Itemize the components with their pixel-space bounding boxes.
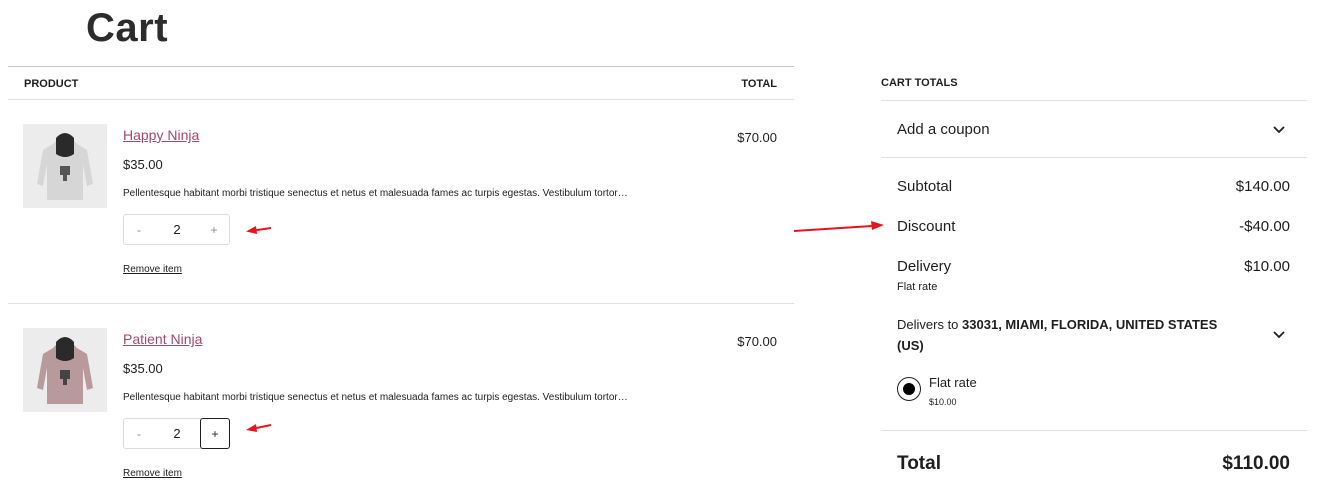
product-price: $35.00 — [123, 361, 163, 376]
column-header-total: TOTAL — [741, 78, 777, 90]
delivery-value: $10.00 — [1244, 258, 1290, 275]
delivery-label: Delivery — [897, 258, 952, 275]
add-coupon-toggle[interactable]: Add a coupon — [881, 101, 1307, 157]
annotation-arrow — [246, 226, 272, 234]
coupon-label: Add a coupon — [897, 121, 990, 138]
product-name-link[interactable]: Patient Ninja — [123, 331, 202, 347]
cart-table: PRODUCT TOTAL Happy Ninja $35.00 Pellent… — [8, 66, 794, 490]
delivers-to-prefix: Delivers to — [897, 317, 959, 332]
delivers-to[interactable]: Delivers to 33031, MIAMI, FLORIDA, UNITE… — [897, 314, 1247, 356]
page-title: Cart — [86, 6, 169, 50]
cart-totals-heading: CART TOTALS — [881, 77, 958, 89]
product-image[interactable] — [23, 124, 107, 208]
line-total: $70.00 — [737, 334, 777, 349]
total-value: $110.00 — [1222, 453, 1290, 474]
remove-item-link[interactable]: Remove item — [123, 264, 182, 275]
shipping-option-price: $10.00 — [929, 397, 957, 407]
increase-quantity-button[interactable]: + — [200, 418, 230, 449]
discount-label: Discount — [897, 218, 956, 235]
line-total: $70.00 — [737, 130, 777, 145]
subtotal-value: $140.00 — [1235, 178, 1290, 195]
cart-item: Happy Ninja $35.00 Pellentesque habitant… — [8, 100, 794, 304]
subtotal-label: Subtotal — [897, 178, 953, 195]
product-description: Pellentesque habitant morbi tristique se… — [123, 392, 628, 403]
product-name-link[interactable]: Happy Ninja — [123, 127, 199, 143]
product-price: $35.00 — [123, 157, 163, 172]
chevron-down-icon[interactable] — [1272, 330, 1286, 340]
product-description: Pellentesque habitant morbi tristique se… — [123, 188, 628, 199]
increase-quantity-button[interactable]: + — [200, 215, 228, 244]
divider — [881, 430, 1307, 431]
quantity-input[interactable]: 2 — [160, 419, 194, 448]
shipping-option-label[interactable]: Flat rate — [929, 375, 977, 390]
discount-value: -$40.00 — [1239, 218, 1290, 235]
total-label: Total — [897, 453, 941, 474]
column-header-product: PRODUCT — [24, 78, 79, 90]
annotation-arrow — [246, 424, 272, 432]
shipping-option-radio[interactable] — [897, 377, 921, 401]
delivery-method: Flat rate — [897, 281, 938, 293]
annotation-arrow — [793, 221, 884, 232]
product-image[interactable] — [23, 328, 107, 412]
quantity-stepper: - 2 + — [123, 418, 230, 449]
hoodie-image — [23, 124, 107, 208]
hoodie-image — [23, 328, 107, 412]
cart-item: Patient Ninja $35.00 Pellentesque habita… — [8, 304, 794, 490]
quantity-stepper: - 2 + — [123, 214, 230, 245]
table-header: PRODUCT TOTAL — [8, 67, 794, 100]
divider — [881, 157, 1307, 158]
decrease-quantity-button[interactable]: - — [125, 419, 153, 448]
decrease-quantity-button[interactable]: - — [125, 215, 153, 244]
chevron-down-icon — [1273, 126, 1285, 134]
quantity-input[interactable]: 2 — [160, 215, 194, 244]
radio-selected-icon — [902, 382, 915, 395]
remove-item-link[interactable]: Remove item — [123, 468, 182, 479]
